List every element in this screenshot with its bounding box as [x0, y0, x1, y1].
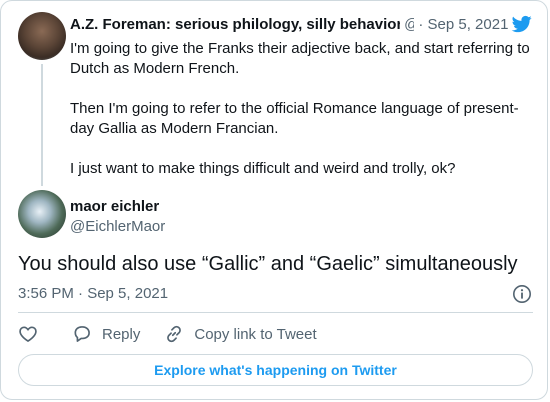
quoted-paragraph: I'm going to give the Franks their adjec… [70, 40, 530, 77]
author-avatar[interactable] [18, 190, 66, 238]
reply-icon [74, 326, 90, 342]
tweet-timestamp[interactable]: 3:56 PM · Sep 5, 2021 [18, 284, 168, 304]
like-button[interactable] [18, 324, 48, 344]
copy-link-button[interactable]: Copy link to Tweet [164, 324, 317, 344]
quoted-tweet-header: A.Z. Foreman: serious philology, silly b… [70, 15, 510, 35]
tweet-text: You should also use “Gallic” and “Gaelic… [18, 253, 518, 275]
tweet-actions: Reply Copy link to Tweet [18, 323, 335, 345]
thread-connector-line [41, 64, 43, 186]
header-separator: · [418, 16, 424, 33]
info-icon[interactable] [512, 284, 532, 304]
copy-link-label: Copy link to Tweet [194, 325, 317, 343]
quoted-author-avatar[interactable] [18, 12, 66, 60]
reply-label: Reply [102, 325, 141, 343]
heart-icon [19, 326, 37, 342]
tweet-author: maor eichler @EichlerMaor [70, 197, 165, 237]
quoted-tweet-date[interactable]: Sep 5, 2021 [428, 16, 509, 33]
explore-twitter-button[interactable]: Explore what's happening on Twitter [18, 354, 533, 386]
quoted-paragraph: Then I'm going to refer to the official … [70, 100, 519, 137]
link-icon [167, 325, 182, 343]
divider [18, 312, 533, 313]
reply-button[interactable]: Reply [72, 324, 140, 344]
quoted-paragraph: I just want to make things difficult and… [70, 160, 456, 177]
tweet-embed-card: A.Z. Foreman: serious philology, silly b… [0, 0, 548, 400]
quoted-author-name[interactable]: A.Z. Foreman: serious philology, silly b… [70, 15, 400, 35]
author-handle[interactable]: @EichlerMaor [70, 217, 165, 237]
quoted-author-handle[interactable]: @ [404, 15, 414, 35]
twitter-bird-icon[interactable] [511, 14, 533, 34]
quoted-tweet-body: I'm going to give the Franks their adjec… [70, 39, 530, 199]
author-name[interactable]: maor eichler [70, 197, 165, 217]
